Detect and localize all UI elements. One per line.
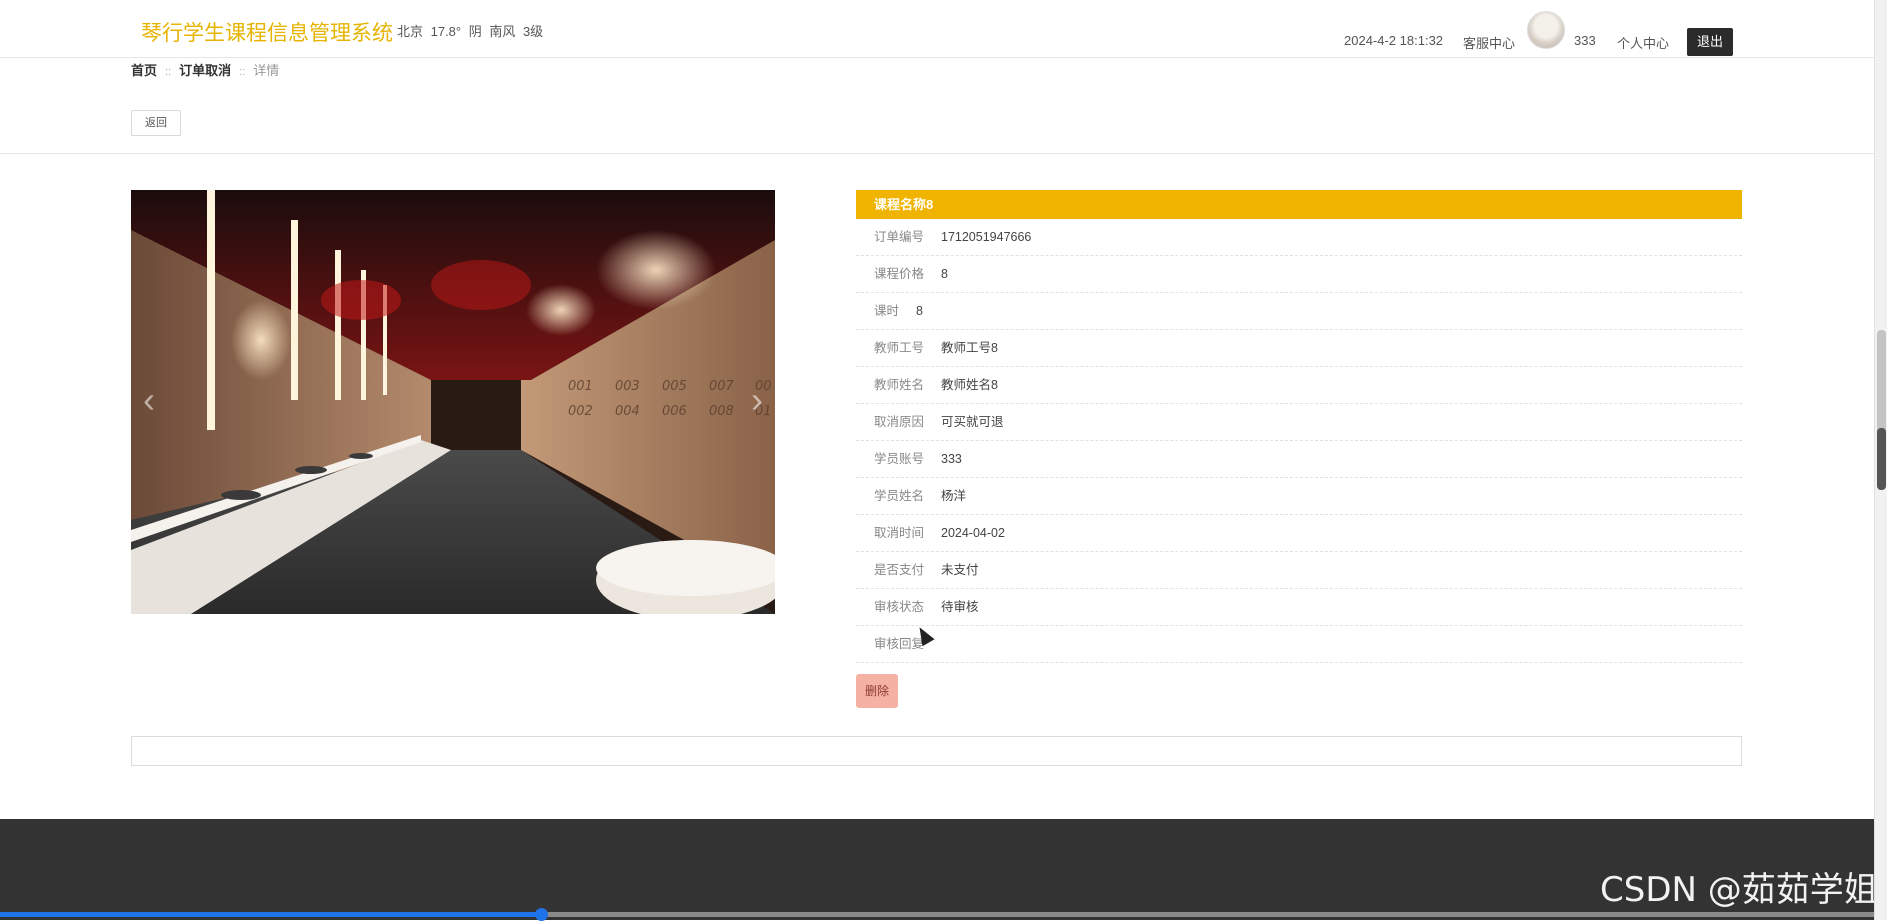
- carousel-prev-icon[interactable]: ‹: [143, 380, 155, 420]
- field-label: 教师姓名: [874, 378, 925, 392]
- field-value: 1712051947666: [941, 230, 1032, 244]
- carousel-image: 001 003 005 007 00 002 004 006 008 01: [131, 190, 775, 614]
- field-label: 取消时间: [874, 526, 925, 540]
- field-value: 8: [941, 267, 948, 281]
- content-box: [131, 736, 1742, 766]
- username: 333: [1574, 33, 1596, 48]
- breadcrumb-separator: ::: [165, 66, 172, 78]
- locker-label: 008: [709, 404, 734, 419]
- video-progress-bar[interactable]: [0, 908, 1874, 921]
- locker-label: 005: [662, 379, 687, 394]
- field-value: 8: [916, 304, 923, 318]
- field-value: 教师姓名8: [941, 378, 998, 392]
- field-row: 学员姓名 杨洋: [856, 478, 1742, 515]
- top-header: 琴行学生课程信息管理系统 北京 17.8° 阴 南风 3级 2024-4-2 1…: [0, 0, 1874, 58]
- locker-label: 003: [615, 379, 640, 394]
- locker-label: 007: [709, 379, 735, 394]
- breadcrumb-separator: ::: [239, 66, 246, 78]
- field-row: 审核回复: [856, 626, 1742, 663]
- field-label: 课时: [874, 304, 900, 318]
- page-scrollbar[interactable]: [1874, 0, 1887, 920]
- field-value: 可买就可退: [941, 415, 1004, 429]
- current-datetime: 2024-4-2 18:1:32: [1344, 33, 1444, 48]
- divider: [0, 153, 1874, 154]
- avatar[interactable]: [1527, 11, 1565, 49]
- field-label: 教师工号: [874, 341, 925, 355]
- back-button[interactable]: 返回: [131, 110, 181, 136]
- field-label: 审核状态: [874, 600, 925, 614]
- field-value: 2024-04-02: [941, 526, 1005, 540]
- detail-panel: 课程名称8 订单编号 1712051947666 课程价格 8 课时 8 教师工号 教师…: [856, 190, 1742, 663]
- site-brand[interactable]: 琴行学生课程信息管理系统: [141, 17, 393, 47]
- carousel-next-icon[interactable]: ›: [751, 380, 763, 420]
- locker-label: 004: [615, 404, 640, 419]
- breadcrumb-order-cancel[interactable]: 订单取消: [179, 63, 231, 78]
- scrollbar-thumb[interactable]: [1877, 428, 1886, 490]
- field-label: 是否支付: [874, 563, 925, 577]
- field-row: 取消时间 2024-04-02: [856, 515, 1742, 552]
- field-row: 课程价格 8: [856, 256, 1742, 293]
- field-value: 未支付: [941, 563, 979, 577]
- delete-button[interactable]: 删除: [856, 674, 898, 708]
- image-carousel[interactable]: 001 003 005 007 00 002 004 006 008 01 ‹ …: [131, 190, 775, 614]
- field-row: 学员账号 333: [856, 441, 1742, 478]
- field-row: 取消原因 可买就可退: [856, 404, 1742, 441]
- field-value: 待审核: [941, 600, 979, 614]
- field-row: 教师姓名 教师姓名8: [856, 367, 1742, 404]
- progress-fill: [0, 912, 544, 917]
- service-center-link[interactable]: 客服中心: [1463, 33, 1515, 52]
- field-value: 教师工号8: [941, 341, 998, 355]
- field-row: 订单编号 1712051947666: [856, 219, 1742, 256]
- field-label: 学员姓名: [874, 489, 925, 503]
- field-row: 课时 8: [856, 293, 1742, 330]
- weather-info: 北京 17.8° 阴 南风 3级: [397, 24, 544, 39]
- footer: [0, 819, 1874, 920]
- field-row: 是否支付 未支付: [856, 552, 1742, 589]
- logout-button[interactable]: 退出: [1687, 28, 1733, 56]
- field-label: 课程价格: [874, 267, 925, 281]
- locker-label: 001: [568, 379, 593, 394]
- watermark: CSDN @茹茹学姐: [1600, 870, 1878, 910]
- field-label: 学员账号: [874, 452, 925, 466]
- locker-label: 002: [568, 404, 593, 419]
- field-label: 取消原因: [874, 415, 925, 429]
- field-value: 杨洋: [941, 489, 967, 503]
- course-title: 课程名称8: [856, 190, 1742, 219]
- breadcrumb: 首页:: 订单取消:: 详情: [131, 60, 279, 79]
- field-row: 审核状态 待审核: [856, 589, 1742, 626]
- locker-label: 006: [662, 404, 687, 419]
- profile-link[interactable]: 个人中心: [1617, 33, 1669, 52]
- breadcrumb-current: 详情: [253, 63, 280, 78]
- field-value: 333: [941, 452, 962, 466]
- field-row: 教师工号 教师工号8: [856, 330, 1742, 367]
- breadcrumb-home[interactable]: 首页: [131, 63, 157, 78]
- field-label: 订单编号: [874, 230, 925, 244]
